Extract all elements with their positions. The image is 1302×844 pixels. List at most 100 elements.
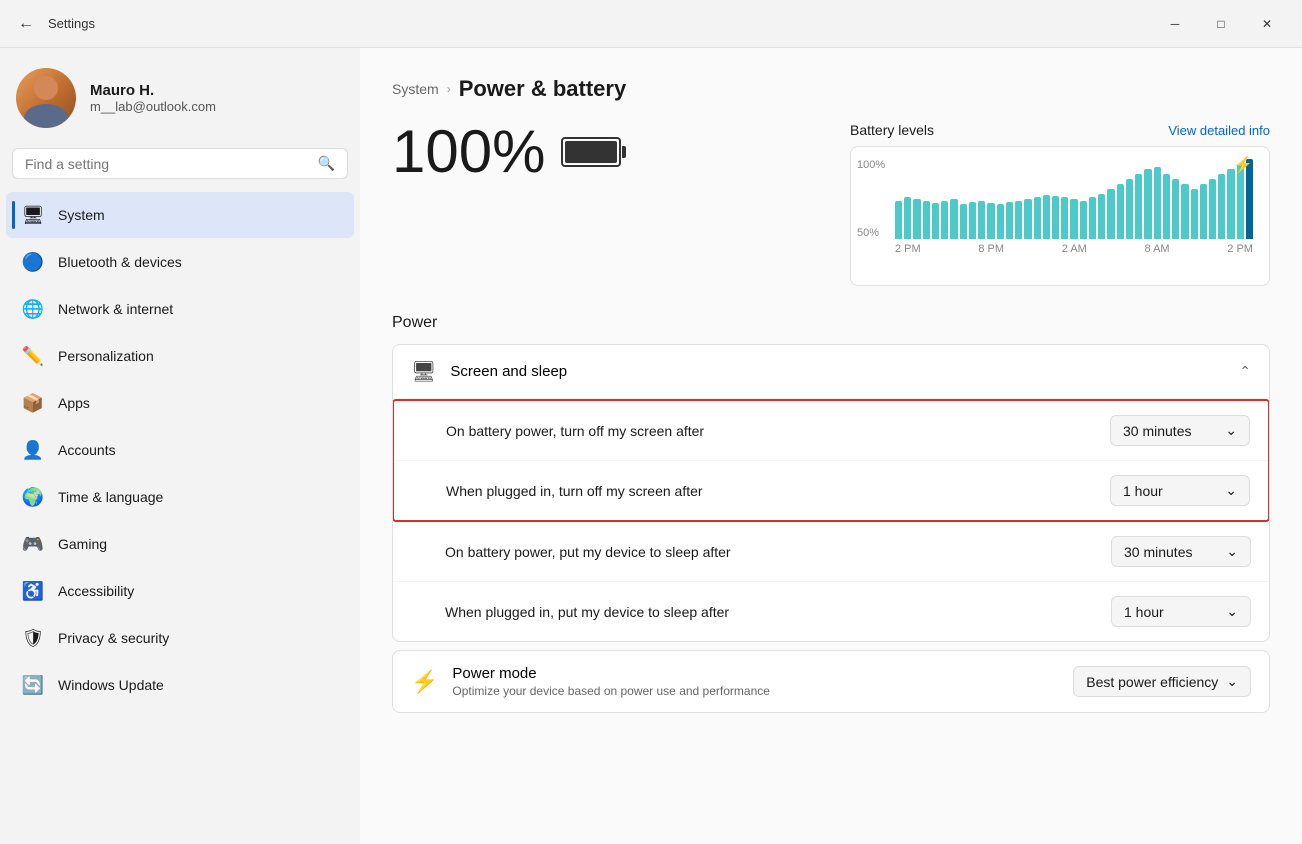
battery-display: 100% [392, 122, 621, 182]
chart-bar [913, 199, 920, 239]
chart-bar [1098, 194, 1105, 239]
titlebar-title: Settings [48, 16, 1152, 31]
chart-bar [1126, 179, 1133, 239]
screen-sleep-card: 🖥 Screen and sleep ⌃ On battery power, t… [392, 344, 1270, 642]
sidebar-item-label: Accessibility [58, 583, 134, 599]
chart-header: Battery levels View detailed info [850, 122, 1270, 138]
chart-bar [1070, 199, 1077, 239]
chart-bar [923, 201, 930, 239]
sidebar-item-label: Accounts [58, 442, 116, 458]
battery-chart: ⚡ 100% 50% 2 PM 8 PM 2 AM 8 AM 2 PM [850, 146, 1270, 286]
chevron-down-icon: ⌄ [1225, 482, 1237, 499]
power-mode-value: Best power efficiency [1086, 674, 1218, 690]
privacy-icon: 🛡 [22, 627, 44, 649]
sidebar-item-personalization[interactable]: ✏️ Personalization [6, 333, 354, 379]
chart-bar [1117, 184, 1124, 239]
power-mode-dropdown[interactable]: Best power efficiency ⌄ [1073, 666, 1251, 697]
chart-bar [950, 199, 957, 239]
sidebar-item-label: Time & language [58, 489, 163, 505]
chart-bar [1043, 195, 1050, 239]
breadcrumb-parent: System [392, 81, 439, 97]
chart-bar [969, 202, 976, 239]
power-mode-card: ⚡ Power mode Optimize your device based … [392, 650, 1270, 713]
network-icon: 🌐 [22, 298, 44, 320]
accessibility-icon: ♿ [22, 580, 44, 602]
sidebar-item-label: Apps [58, 395, 90, 411]
chart-y-labels: 100% 50% [857, 159, 885, 239]
sidebar-item-privacy[interactable]: 🛡 Privacy & security [6, 615, 354, 661]
chart-bar [1154, 167, 1161, 239]
chart-bar [904, 197, 911, 239]
chart-bar [1237, 164, 1244, 239]
sidebar-item-label: Privacy & security [58, 630, 169, 646]
chart-bar [1227, 169, 1234, 239]
sleep-plugged-dropdown[interactable]: 1 hour ⌄ [1111, 596, 1251, 627]
battery-icon [561, 137, 621, 167]
screen-sleep-settings: On battery power, turn off my screen aft… [393, 398, 1269, 641]
chart-bars [895, 159, 1253, 239]
back-button[interactable]: ← [12, 10, 40, 38]
chart-bar [1200, 184, 1207, 239]
chart-bar [1209, 179, 1216, 239]
user-email: m__lab@outlook.com [90, 99, 216, 114]
sidebar-item-bluetooth[interactable]: 🔵 Bluetooth & devices [6, 239, 354, 285]
screen-sleep-header[interactable]: 🖥 Screen and sleep ⌃ [393, 345, 1269, 398]
chart-bar [1024, 199, 1031, 239]
sidebar-item-network[interactable]: 🌐 Network & internet [6, 286, 354, 332]
chart-bar [1172, 179, 1179, 239]
nav-menu: 🖥 System 🔵 Bluetooth & devices 🌐 Network… [0, 191, 360, 709]
sidebar-item-accounts[interactable]: 👤 Accounts [6, 427, 354, 473]
screen-battery-dropdown[interactable]: 30 minutes ⌄ [1110, 415, 1250, 446]
sidebar-item-accessibility[interactable]: ♿ Accessibility [6, 568, 354, 614]
search-input[interactable] [25, 156, 310, 172]
sidebar-item-update[interactable]: 🔄 Windows Update [6, 662, 354, 708]
maximize-button[interactable]: □ [1198, 8, 1244, 40]
sleep-plugged-value: 1 hour [1124, 604, 1164, 620]
screen-sleep-label: Screen and sleep [450, 363, 1225, 380]
user-info: Mauro H. m__lab@outlook.com [90, 82, 216, 114]
view-detailed-info-link[interactable]: View detailed info [1168, 123, 1270, 138]
screen-battery-value: 30 minutes [1123, 423, 1191, 439]
sidebar-item-time[interactable]: 🌍 Time & language [6, 474, 354, 520]
power-mode-text: Power mode Optimize your device based on… [452, 665, 1059, 698]
chart-bar [997, 204, 1004, 239]
sleep-battery-value: 30 minutes [1124, 544, 1192, 560]
avatar [16, 68, 76, 128]
search-box[interactable]: 🔍 [12, 148, 348, 179]
chart-bar [1089, 197, 1096, 239]
chevron-up-icon: ⌃ [1239, 363, 1251, 380]
sidebar-item-apps[interactable]: 📦 Apps [6, 380, 354, 426]
sidebar-item-gaming[interactable]: 🎮 Gaming [6, 521, 354, 567]
sidebar-item-system[interactable]: 🖥 System [6, 192, 354, 238]
chart-bar [978, 201, 985, 239]
screen-plugged-dropdown[interactable]: 1 hour ⌄ [1110, 475, 1250, 506]
charge-indicator: ⚡ [1233, 155, 1253, 175]
time-icon: 🌍 [22, 486, 44, 508]
screen-battery-label: On battery power, turn off my screen aft… [446, 423, 1098, 439]
minimize-button[interactable]: ─ [1152, 8, 1198, 40]
chevron-down-icon: ⌄ [1226, 603, 1238, 620]
sidebar-item-label: Windows Update [58, 677, 164, 693]
sleep-battery-dropdown[interactable]: 30 minutes ⌄ [1111, 536, 1251, 567]
chart-bar [895, 201, 902, 239]
close-button[interactable]: ✕ [1244, 8, 1290, 40]
sidebar-item-label: Gaming [58, 536, 107, 552]
chart-x-labels: 2 PM 8 PM 2 AM 8 AM 2 PM [895, 243, 1253, 255]
user-profile: Mauro H. m__lab@outlook.com [0, 48, 360, 144]
chart-bar [1052, 196, 1059, 239]
highlighted-rows: On battery power, turn off my screen aft… [392, 399, 1270, 522]
chart-bar [1191, 189, 1198, 239]
chart-bar [1135, 174, 1142, 239]
chart-bar [1080, 201, 1087, 239]
chart-bar [1163, 174, 1170, 239]
update-icon: 🔄 [22, 674, 44, 696]
titlebar: ← Settings ─ □ ✕ [0, 0, 1302, 48]
sleep-plugged-row: When plugged in, put my device to sleep … [393, 582, 1269, 641]
chart-bar [960, 204, 967, 239]
screen-plugged-value: 1 hour [1123, 483, 1163, 499]
battery-icon-wrap [561, 137, 621, 167]
screen-sleep-icon: 🖥 [411, 359, 436, 384]
breadcrumb-separator: › [447, 82, 451, 96]
chart-bar [1006, 202, 1013, 239]
chart-title: Battery levels [850, 122, 934, 138]
